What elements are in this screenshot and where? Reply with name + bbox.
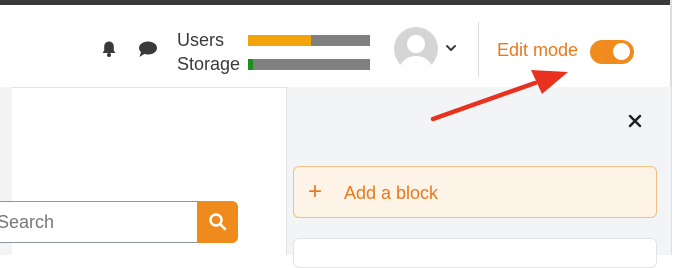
search-icon [209,213,227,231]
avatar-body [399,56,433,71]
search-input[interactable] [0,201,198,243]
edit-mode-label: Edit mode [497,40,579,60]
close-icon[interactable] [627,113,643,129]
users-label: Users [177,30,225,50]
plus-icon: + [308,178,323,205]
block-card [293,238,657,268]
search-button[interactable] [197,201,238,243]
storage-usage-fill [248,59,253,70]
avatar[interactable] [394,27,438,71]
add-block-button[interactable]: + Add a block [293,166,657,218]
users-usage-fill [248,35,312,46]
bell-icon[interactable] [100,40,118,58]
page-scrollbar[interactable] [670,0,685,255]
avatar-head [407,35,425,53]
chat-icon[interactable] [138,40,158,58]
storage-usage-bar [248,59,370,70]
chevron-down-icon[interactable] [444,41,458,55]
add-block-label: Add a block [344,183,439,203]
storage-label: Storage [177,54,241,74]
edit-mode-toggle[interactable] [590,40,634,64]
toggle-knob [613,43,630,60]
users-usage-bar [248,35,370,46]
navbar-divider [478,22,479,77]
